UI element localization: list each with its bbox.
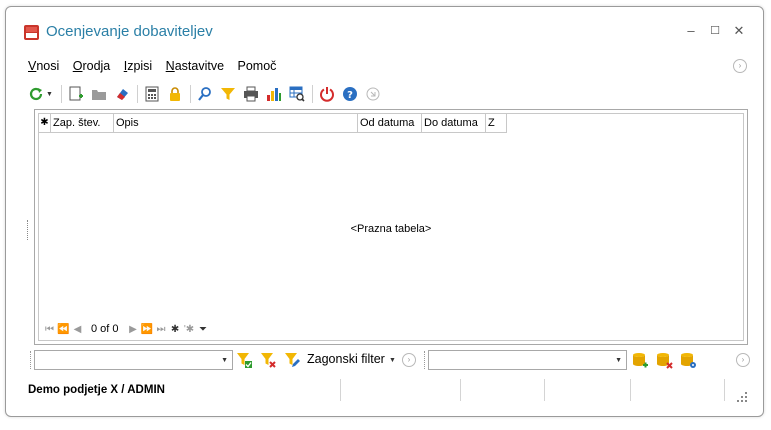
menu-orodja[interactable]: Orodja bbox=[73, 59, 111, 73]
window-title: Ocenjevanje dobaviteljev bbox=[46, 23, 213, 40]
close-button[interactable]: ✕ bbox=[729, 21, 749, 41]
refresh-icon[interactable] bbox=[26, 84, 46, 104]
table-search-icon[interactable] bbox=[287, 84, 307, 104]
menu-collapse-icon[interactable]: › bbox=[733, 59, 747, 73]
filter-collapse-icon[interactable]: › bbox=[402, 353, 416, 367]
row-indicator-header[interactable]: ✱ bbox=[39, 114, 51, 132]
dataset-combo[interactable]: ▼ bbox=[428, 350, 627, 370]
splitter-grip[interactable] bbox=[27, 220, 30, 240]
nav-position: 0 of 0 bbox=[91, 323, 119, 335]
chart-icon[interactable] bbox=[264, 84, 284, 104]
toolbar: ▼ ? bbox=[26, 83, 386, 105]
filter-bar: ▼ Zagonski filter ▼ › ▼ › bbox=[28, 350, 750, 372]
nav-first-icon[interactable]: ⏮ bbox=[43, 324, 56, 335]
toolbar-separator bbox=[189, 85, 191, 103]
svg-text:?: ? bbox=[347, 90, 353, 101]
toolbar-separator bbox=[136, 85, 138, 103]
collapse-icon[interactable] bbox=[363, 84, 383, 104]
data-grid: ✱ Zap. štev. Opis Od datuma Do datuma Z … bbox=[34, 109, 748, 345]
dataset-collapse-icon[interactable]: › bbox=[736, 353, 750, 367]
open-folder-icon[interactable] bbox=[89, 84, 109, 104]
status-separator bbox=[630, 379, 631, 401]
menu-nastavitve[interactable]: Nastavitve bbox=[166, 59, 224, 73]
help-icon[interactable]: ? bbox=[340, 84, 360, 104]
nav-filter-icon[interactable]: ⏷ bbox=[197, 324, 210, 335]
chevron-down-icon[interactable]: ▼ bbox=[615, 357, 622, 364]
resize-grip-icon[interactable] bbox=[737, 392, 747, 402]
title-bar[interactable]: Ocenjevanje dobaviteljev – ☐ ✕ bbox=[6, 7, 763, 49]
filter-clear-icon[interactable] bbox=[260, 352, 277, 369]
status-separator bbox=[544, 379, 545, 401]
grid-header: ✱ Zap. štev. Opis Od datuma Do datuma Z bbox=[39, 114, 507, 133]
nav-append-icon[interactable]: ✱ bbox=[169, 324, 182, 335]
power-icon[interactable] bbox=[317, 84, 337, 104]
filter-apply-icon[interactable] bbox=[236, 352, 253, 369]
menu-vnosi[interactable]: Vnosi bbox=[28, 59, 59, 73]
menu-pomoc[interactable]: Pomoč bbox=[238, 59, 277, 73]
maximize-button[interactable]: ☐ bbox=[705, 21, 725, 41]
zagonski-dropdown-icon[interactable]: ▼ bbox=[389, 357, 396, 364]
nav-next-page-icon[interactable]: ⏩ bbox=[141, 324, 154, 335]
menu-bar: Vnosi Orodja Izpisi Nastavitve Pomoč bbox=[28, 57, 285, 75]
filterbar-grip[interactable] bbox=[30, 351, 33, 369]
filterbar-grip-2[interactable] bbox=[424, 351, 427, 369]
status-company-user: Demo podjetje X / ADMIN bbox=[28, 384, 165, 396]
filter-edit-icon[interactable] bbox=[284, 352, 301, 369]
status-separator bbox=[460, 379, 461, 401]
refresh-dropdown-icon[interactable]: ▼ bbox=[46, 91, 53, 98]
toolbar-separator bbox=[311, 85, 313, 103]
chevron-down-icon[interactable]: ▼ bbox=[221, 357, 228, 364]
toolbar-separator bbox=[60, 85, 62, 103]
nav-prev-icon[interactable]: ◀ bbox=[71, 324, 84, 335]
grid-inner: ✱ Zap. štev. Opis Od datuma Do datuma Z … bbox=[38, 113, 744, 341]
app-window: Ocenjevanje dobaviteljev – ☐ ✕ Vnosi Oro… bbox=[5, 6, 764, 417]
column-header-z[interactable]: Z bbox=[486, 114, 507, 132]
database-settings-icon[interactable] bbox=[680, 352, 697, 369]
column-header-zap-stev[interactable]: Zap. štev. bbox=[51, 114, 114, 132]
nav-prev-page-icon[interactable]: ⏪ bbox=[57, 324, 70, 335]
menu-izpisi[interactable]: Izpisi bbox=[124, 59, 153, 73]
new-document-icon[interactable] bbox=[66, 84, 86, 104]
search-icon[interactable] bbox=[195, 84, 215, 104]
status-separator bbox=[340, 379, 341, 401]
column-header-od-datuma[interactable]: Od datuma bbox=[358, 114, 422, 132]
nav-edit-icon[interactable]: '✱ bbox=[183, 324, 196, 335]
grid-navigator: ⏮ ⏪ ◀ 0 of 0 ▶ ⏩ ⏭ ✱ '✱ ⏷ bbox=[43, 322, 211, 336]
empty-table-text: <Prazna tabela> bbox=[350, 223, 432, 235]
eraser-icon[interactable] bbox=[112, 84, 132, 104]
nav-next-icon[interactable]: ▶ bbox=[127, 324, 140, 335]
database-add-icon[interactable] bbox=[632, 352, 649, 369]
zagonski-filter-label[interactable]: Zagonski filter bbox=[307, 352, 385, 366]
app-logo-icon bbox=[24, 25, 39, 40]
calculator-icon[interactable] bbox=[142, 84, 162, 104]
nav-last-icon[interactable]: ⏭ bbox=[155, 324, 168, 335]
column-header-do-datuma[interactable]: Do datuma bbox=[422, 114, 486, 132]
lock-icon[interactable] bbox=[165, 84, 185, 104]
filter-combo[interactable]: ▼ bbox=[34, 350, 233, 370]
print-icon[interactable] bbox=[241, 84, 261, 104]
status-separator bbox=[724, 379, 725, 401]
filter-icon[interactable] bbox=[218, 84, 238, 104]
minimize-button[interactable]: – bbox=[681, 21, 701, 41]
column-header-opis[interactable]: Opis bbox=[114, 114, 358, 132]
database-remove-icon[interactable] bbox=[656, 352, 673, 369]
